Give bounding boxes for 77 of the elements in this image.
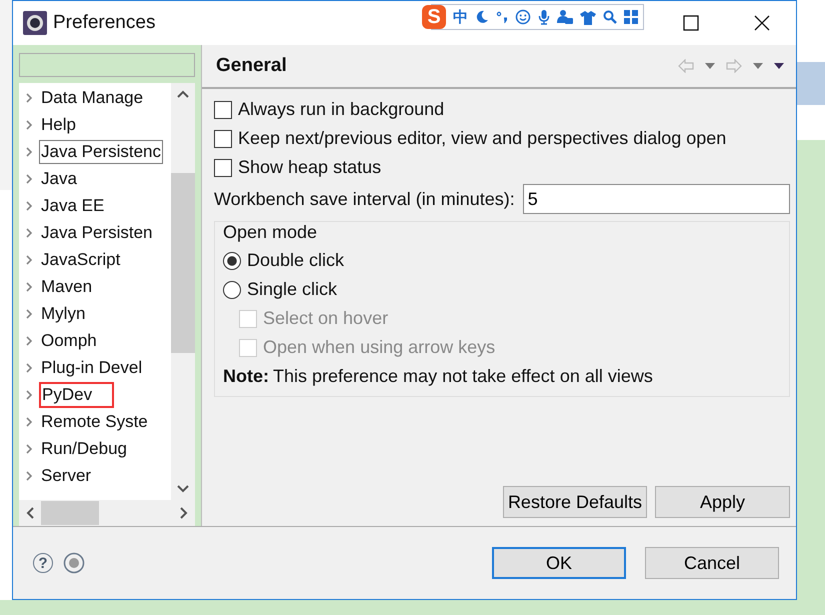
checkbox-label: Open when using arrow keys (263, 337, 496, 358)
tree-item[interactable]: Java EE (39, 194, 106, 218)
tree-item[interactable]: Oomph (39, 328, 99, 352)
chevron-icon[interactable] (25, 470, 33, 482)
checkbox[interactable] (214, 100, 232, 118)
chevron-icon[interactable] (25, 146, 33, 158)
scroll-left-icon[interactable] (25, 506, 35, 520)
dialog-button[interactable]: Apply (655, 486, 790, 518)
chevron-icon[interactable] (25, 254, 33, 266)
chevron-icon[interactable] (25, 200, 33, 212)
close-icon[interactable] (754, 15, 770, 31)
tree-item[interactable]: Java (39, 166, 79, 190)
microphone-icon[interactable] (538, 9, 550, 25)
filter-field[interactable] (19, 53, 195, 77)
dropdown-icon[interactable] (704, 62, 716, 70)
save-interval-field[interactable]: 5 (522, 184, 790, 214)
scrollbar-thumb[interactable] (171, 173, 195, 353)
tree-item[interactable]: Maven (39, 274, 94, 298)
chevron-icon[interactable] (25, 172, 33, 184)
record-icon[interactable] (63, 552, 85, 574)
punctuation-icon[interactable] (496, 10, 508, 24)
tree-item[interactable]: Help (39, 112, 78, 136)
chevron-icon[interactable] (25, 92, 33, 104)
chevron-icon[interactable] (25, 280, 33, 292)
scroll-down-icon[interactable] (176, 484, 190, 494)
chevron-icon[interactable] (25, 388, 33, 400)
moon-icon[interactable] (475, 10, 489, 24)
smiley-icon[interactable] (515, 9, 531, 25)
chevron-icon[interactable] (25, 442, 33, 454)
shirt-icon[interactable] (580, 10, 596, 24)
search-icon[interactable] (603, 10, 617, 24)
dialog-button[interactable]: Restore Defaults (502, 486, 647, 518)
maximize-icon[interactable] (683, 15, 699, 31)
tree-item[interactable]: Java Persisten (39, 220, 154, 244)
input-mode-toggle[interactable]: 中 (453, 8, 468, 26)
scrollbar-thumb[interactable] (41, 501, 99, 525)
field-label: Workbench save interval (in minutes): (214, 188, 515, 210)
page-title: General (216, 55, 287, 77)
view-menu-icon[interactable] (774, 62, 784, 70)
tree-item[interactable]: Server (39, 464, 94, 488)
chevron-icon[interactable] (25, 334, 33, 346)
user-icon[interactable] (557, 9, 573, 25)
checkbox[interactable] (214, 130, 232, 148)
window-title: Preferences (53, 12, 156, 34)
dialog-button[interactable]: Cancel (645, 547, 779, 579)
checkbox-label: Show heap status (238, 157, 382, 178)
radio-label: Single click (247, 279, 338, 300)
tree-item[interactable]: Data Manage (39, 86, 146, 110)
tree-item[interactable]: Plug-in Devel (39, 356, 144, 380)
chevron-icon[interactable] (25, 362, 33, 374)
chevron-icon[interactable] (25, 416, 33, 428)
radio-button[interactable] (223, 252, 241, 270)
checkbox[interactable] (214, 158, 232, 176)
tree-item[interactable]: Run/Debug (39, 436, 130, 460)
scroll-up-icon[interactable] (176, 89, 190, 99)
dialog-button[interactable]: OK (492, 547, 626, 579)
checkbox-label: Select on hover (263, 308, 388, 329)
horizontal-scrollbar[interactable] (19, 500, 195, 526)
tree-item[interactable]: Mylyn (39, 302, 88, 326)
group-title: Open mode (223, 222, 318, 244)
checkbox-label: Always run in background (238, 99, 444, 120)
tree-item[interactable]: Java Persistenc (39, 140, 163, 164)
note-text: Note: This preference may not take effect on all views (223, 364, 654, 388)
grid-icon[interactable] (624, 10, 638, 24)
chevron-icon[interactable] (25, 118, 33, 130)
tree-item[interactable]: Remote Syste (39, 410, 150, 434)
radio-button[interactable] (223, 280, 241, 298)
chevron-icon[interactable] (25, 308, 33, 320)
vertical-scrollbar[interactable] (171, 83, 195, 500)
tree-item[interactable]: JavaScript (39, 248, 122, 272)
help-button[interactable]: ? (33, 553, 53, 573)
checkbox-label: Keep next/previous editor, view and perspectives dialog open (238, 128, 726, 149)
radio-label: Double click (247, 250, 344, 271)
dropdown-icon[interactable] (752, 62, 764, 70)
scroll-right-icon[interactable] (179, 506, 189, 520)
tree-item[interactable]: PyDev (39, 382, 114, 408)
chevron-icon[interactable] (25, 226, 33, 238)
